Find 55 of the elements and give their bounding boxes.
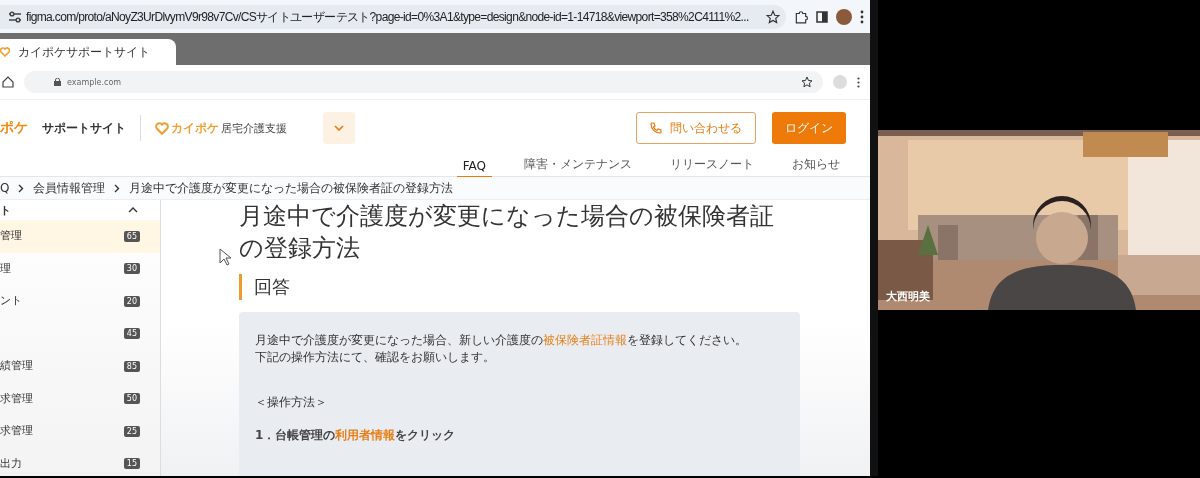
count-badge: 20 bbox=[123, 295, 140, 307]
breadcrumb-link[interactable]: 会員情報管理 bbox=[33, 179, 106, 197]
heart-icon bbox=[155, 121, 169, 135]
sidebar-item[interactable]: 45 bbox=[0, 317, 160, 350]
avatar-icon[interactable] bbox=[836, 9, 852, 25]
puzzle-icon[interactable] bbox=[794, 10, 808, 24]
sidebar-item[interactable]: 績管理 85 bbox=[0, 350, 160, 383]
address-bar[interactable]: example.com bbox=[24, 71, 823, 93]
sidebar-title: ト bbox=[0, 202, 11, 218]
breadcrumb-link[interactable]: 月途中で介護度が変更になった場合の被保険者証の登録方法 bbox=[129, 179, 454, 197]
star-icon[interactable] bbox=[801, 76, 813, 88]
more-icon[interactable] bbox=[860, 10, 864, 24]
sidebar-item[interactable]: 理 30 bbox=[0, 252, 160, 285]
count-badge: 50 bbox=[123, 393, 140, 405]
participant-name: 大西明美 bbox=[886, 289, 930, 304]
url-text: figma.com/proto/aNoyZ3UrDlvymV9r98v7Cv/CSサイトユーザーテスト?page-id=0%3A1&type=design&node-id=1-14718&viewport=358%2C4111%2... bbox=[26, 8, 750, 26]
chevron-right-icon bbox=[114, 183, 121, 193]
nav-tab[interactable]: FAQ bbox=[456, 159, 492, 179]
procedure-heading: ＜操作方法＞ bbox=[255, 394, 328, 411]
cursor-icon bbox=[219, 248, 231, 266]
address-bar[interactable]: figma.com/proto/aNoyZ3UrDlvymV9r98v7Cv/CSサイトユーザーテスト?page-id=0%3A1&type=design&node-id=1-14718&viewport=358%2C4111%2... bbox=[0, 5, 786, 29]
site-name: サポートサイト bbox=[42, 119, 126, 137]
chevron-down-icon bbox=[334, 125, 344, 131]
sidebar-item[interactable]: 求管理 50 bbox=[0, 382, 160, 415]
brand-subtitle: 居宅介護支援 bbox=[221, 120, 287, 136]
count-badge: 45 bbox=[123, 328, 140, 340]
nav-tab[interactable]: 障害・メンテナンス bbox=[518, 156, 638, 179]
count-badge: 15 bbox=[123, 458, 140, 470]
count-badge: 65 bbox=[123, 230, 140, 242]
home-icon[interactable] bbox=[2, 76, 14, 88]
answer-text: 月途中で介護度が変更になった場合、新しい介護度の被保険者証情報を登録してください。 bbox=[255, 332, 748, 349]
count-badge: 85 bbox=[123, 360, 140, 372]
sidebar-item[interactable]: 求管理 25 bbox=[0, 415, 160, 448]
nav-tab[interactable]: リリースノート bbox=[664, 156, 760, 179]
star-icon[interactable] bbox=[766, 10, 780, 24]
chevron-right-icon bbox=[18, 183, 25, 193]
lock-icon bbox=[54, 78, 61, 86]
answer-text: 下記の操作方法にて、確認をお願いします。 bbox=[255, 349, 496, 366]
caret-icon[interactable] bbox=[128, 207, 138, 213]
count-badge: 30 bbox=[123, 263, 140, 275]
browser-tab[interactable]: カイポケサポートサイト bbox=[0, 39, 176, 65]
article-title: 月途中で介護度が変更になった場合の被保険者証 の登録方法 bbox=[239, 201, 775, 264]
side-panel-icon[interactable] bbox=[816, 11, 828, 23]
more-icon[interactable] bbox=[857, 76, 860, 88]
heart-icon bbox=[0, 47, 10, 57]
count-badge: 25 bbox=[123, 425, 140, 437]
sidebar-item[interactable]: ント 20 bbox=[0, 285, 160, 318]
section-heading: 回答 bbox=[239, 274, 800, 300]
site-settings-icon[interactable] bbox=[8, 11, 22, 23]
sidebar-item[interactable]: 管理 65 bbox=[0, 220, 160, 253]
breadcrumb-link[interactable]: Q bbox=[0, 181, 10, 195]
step-text: 1．台帳管理の利用者情報をクリック bbox=[255, 427, 457, 444]
phone-icon bbox=[650, 122, 662, 134]
nav-tab[interactable]: お知らせ bbox=[786, 156, 846, 179]
sidebar-item[interactable]: 出力 15 bbox=[0, 447, 160, 476]
